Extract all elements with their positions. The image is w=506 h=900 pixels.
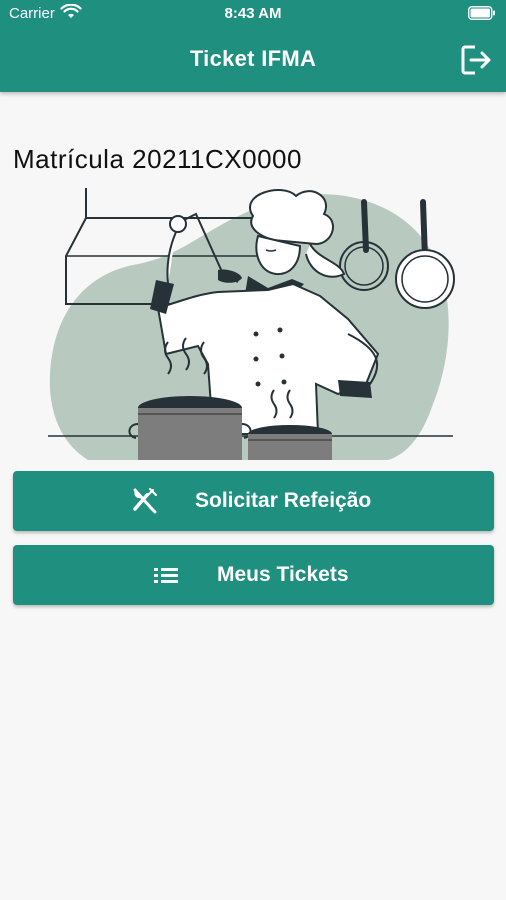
fork-knife-icon: [133, 488, 157, 514]
request-meal-label: Solicitar Refeição: [195, 489, 372, 512]
request-meal-button[interactable]: Solicitar Refeição: [13, 471, 494, 531]
status-time: 8:43 AM: [224, 5, 282, 22]
page-title: Ticket IFMA: [189, 46, 317, 71]
list-icon: [154, 568, 178, 583]
app-bar: Carrier 8:43 AM Ticket IFMA: [0, 0, 506, 92]
battery-icon: [468, 6, 495, 20]
status-bar: Carrier 8:43 AM: [0, 0, 506, 28]
my-tickets-label: Meus Tickets: [217, 563, 349, 586]
student-id-label: Matrícula 20211CX0000: [13, 144, 302, 174]
logout-icon[interactable]: [458, 42, 494, 78]
my-tickets-button[interactable]: Meus Tickets: [13, 545, 494, 605]
chef-illustration: [48, 188, 455, 460]
